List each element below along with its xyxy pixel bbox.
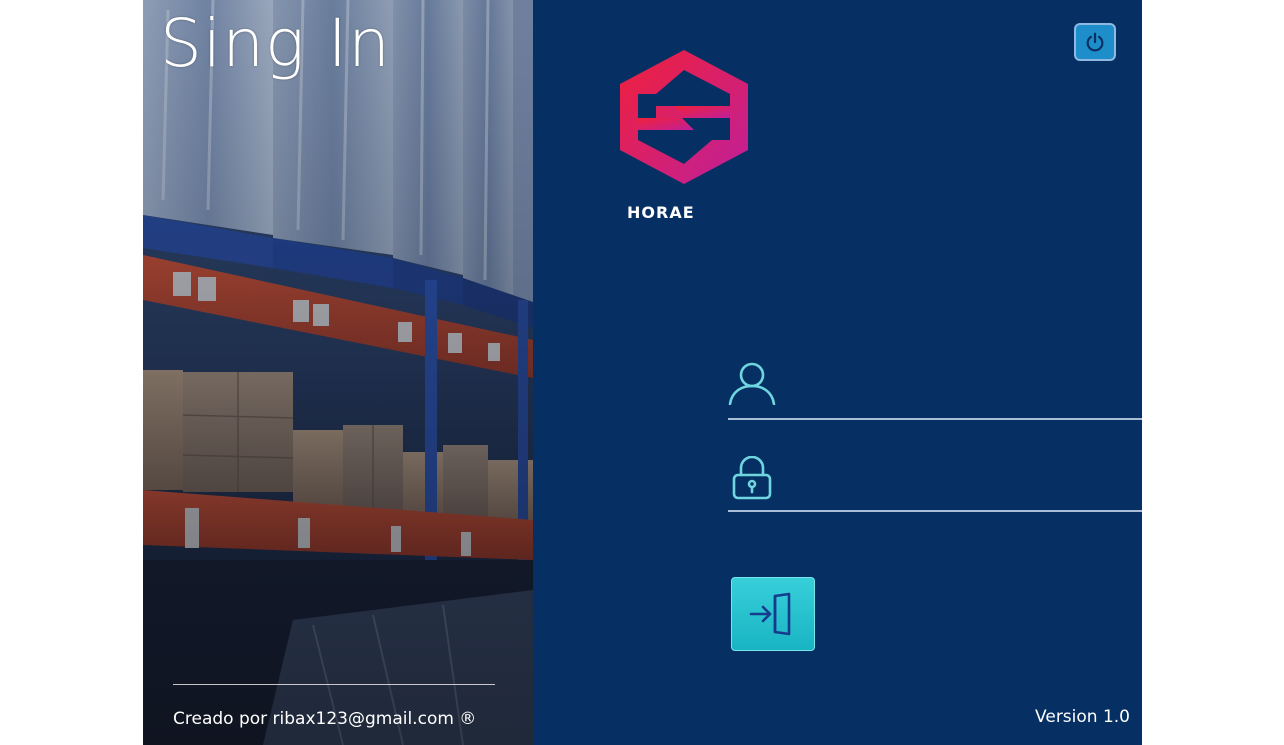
- brand-name: HORAE: [627, 203, 695, 222]
- version-label: Version 1.0: [1035, 707, 1130, 727]
- lock-icon: [732, 456, 772, 500]
- username-underline: [728, 418, 1142, 420]
- login-form-panel: HORAE Version 1.0: [533, 0, 1142, 745]
- user-icon: [728, 362, 776, 405]
- login-window: Sing In Creado por ribax123@gmail.com ®: [143, 0, 1142, 745]
- power-button[interactable]: [1074, 23, 1116, 61]
- sign-in-icon: [749, 592, 791, 636]
- password-input[interactable]: [790, 462, 1134, 500]
- power-icon: [1086, 32, 1104, 52]
- credit-text: Creado por ribax123@gmail.com ®: [173, 709, 477, 729]
- page-title: Sing In: [160, 5, 391, 82]
- login-button[interactable]: [731, 577, 815, 651]
- password-underline: [728, 510, 1142, 512]
- horae-logo-icon: [620, 50, 748, 184]
- warehouse-photo-panel: Sing In Creado por ribax123@gmail.com ®: [143, 0, 533, 745]
- username-input[interactable]: [790, 369, 1134, 407]
- footer-divider: [173, 684, 495, 685]
- username-field: [728, 359, 1142, 420]
- warehouse-photo: [143, 0, 533, 745]
- password-field: [728, 452, 1142, 512]
